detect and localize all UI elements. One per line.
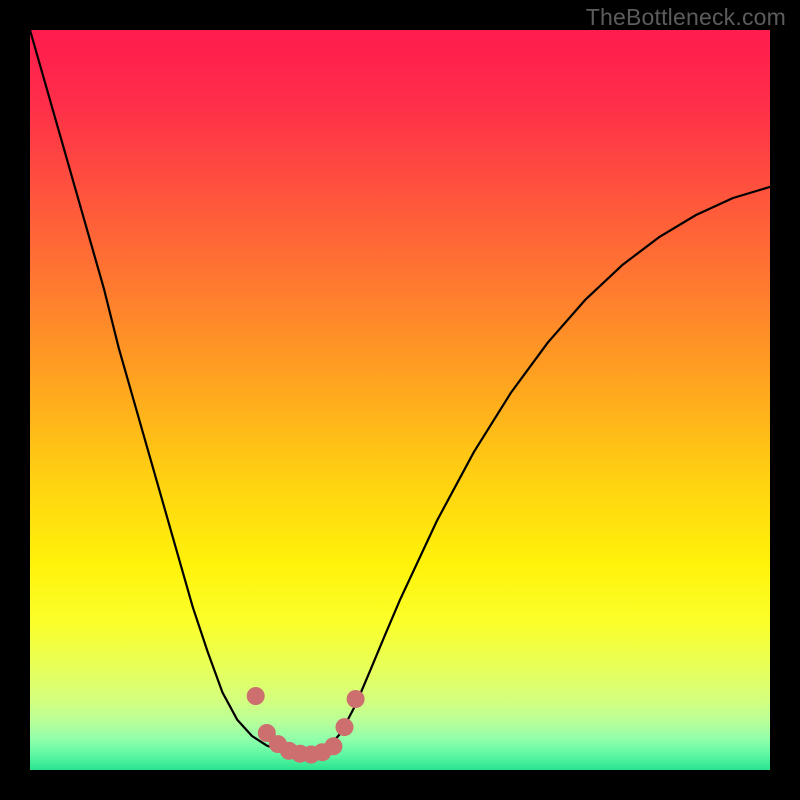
bottleneck-curve <box>30 30 770 770</box>
chart-stage: TheBottleneck.com <box>0 0 800 800</box>
v-marker <box>324 737 342 755</box>
v-marker <box>247 687 265 705</box>
v-markers <box>247 687 365 764</box>
v-marker <box>336 718 354 736</box>
watermark-text: TheBottleneck.com <box>586 4 786 31</box>
v-marker <box>347 690 365 708</box>
plot-area <box>30 30 770 770</box>
